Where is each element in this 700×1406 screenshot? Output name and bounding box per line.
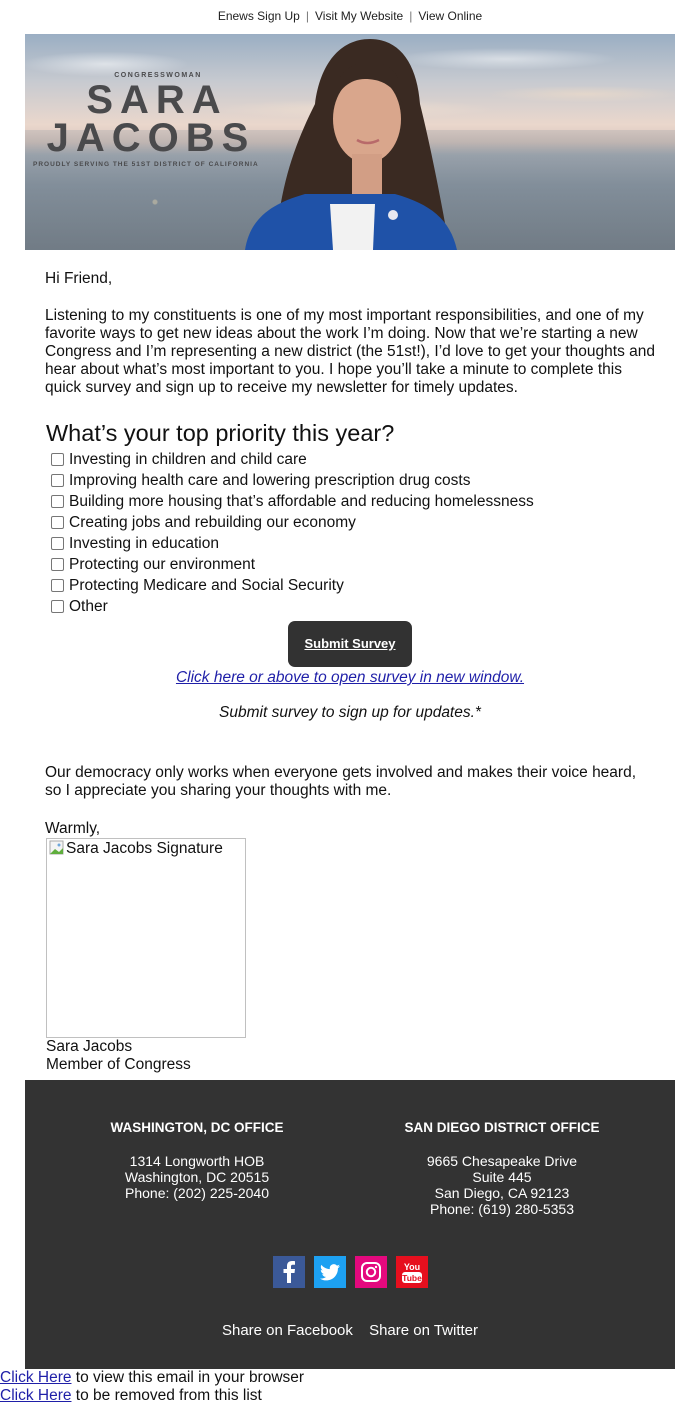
header-banner: CONGRESSWOMAN SARA JACOBS PROUDLY SERVIN… [25,34,675,250]
checkbox[interactable] [51,495,64,508]
separator: | [305,9,309,23]
email-body: Hi Friend, Listening to my constituents … [45,270,655,1074]
footer: WASHINGTON, DC OFFICE 1314 Longworth HOB… [25,1080,675,1369]
option-label: Investing in children and child care [69,450,307,468]
office-address-line: San Diego, CA 92123 [434,1185,570,1201]
view-in-browser-link[interactable]: Click Here [0,1369,71,1386]
survey-option[interactable]: Protecting Medicare and Social Security [51,575,655,596]
office-address-line: Washington, DC 20515 [124,1169,270,1185]
greeting: Hi Friend, [45,270,113,287]
intro-paragraph: Listening to my constituents is one of m… [45,307,655,396]
youtube-icon: You Tube [402,1262,422,1283]
survey-option[interactable]: Investing in education [51,533,655,554]
banner-logo: CONGRESSWOMAN SARA JACOBS PROUDLY SERVIN… [33,72,269,168]
unsubscribe-link[interactable]: Click Here [0,1387,71,1404]
youtube-icon-text-bottom: Tube [402,1273,422,1283]
signoff: Warmly, [45,820,101,837]
share-facebook-link[interactable]: Share on Facebook [222,1322,353,1339]
visit-website-link[interactable]: Visit My Website [315,9,403,23]
dc-office: WASHINGTON, DC OFFICE 1314 Longworth HOB… [57,1120,337,1201]
signature-image: Sara Jacobs Signature [46,838,246,1038]
signer-name: Sara Jacobs [46,1038,133,1055]
office-address-line: 1314 Longworth HOB [129,1153,265,1169]
signer-title: Member of Congress [46,1056,191,1073]
youtube-button[interactable]: You Tube [396,1256,428,1288]
view-in-browser-line: Click Here to view this email in your br… [0,1369,304,1387]
survey-option[interactable]: Other [51,596,655,617]
san-diego-office: SAN DIEGO DISTRICT OFFICE 9665 Chesapeak… [362,1120,642,1217]
option-label: Building more housing that’s affordable … [69,492,534,510]
youtube-icon-text-top: You [404,1262,420,1272]
bottom-links: Click Here to view this email in your br… [0,1369,304,1405]
twitter-button[interactable] [314,1256,346,1288]
survey-option[interactable]: Building more housing that’s affordable … [51,491,655,512]
checkbox[interactable] [51,453,64,466]
option-label: Investing in education [69,534,219,552]
checkbox[interactable] [51,600,64,613]
broken-image-icon [49,840,64,855]
office-heading: SAN DIEGO DISTRICT OFFICE [404,1120,600,1135]
open-survey-link[interactable]: Click here or above to open survey in ne… [176,669,524,686]
office-address-line: 9665 Chesapeake Drive [426,1153,578,1169]
option-label: Creating jobs and rebuilding our economy [69,513,356,531]
instagram-icon [361,1262,381,1282]
twitter-icon [320,1263,340,1280]
office-phone: Phone: (202) 225-2040 [125,1185,269,1201]
separator: | [409,9,413,23]
survey-option[interactable]: Creating jobs and rebuilding our economy [51,512,655,533]
unsubscribe-text: to be removed from this list [71,1387,262,1404]
enews-signup-link[interactable]: Enews Sign Up [218,9,300,23]
closing-paragraph: Our democracy only works when everyone g… [45,764,637,799]
option-label: Protecting our environment [69,555,256,573]
view-in-browser-text: to view this email in your browser [71,1369,305,1386]
survey-option[interactable]: Improving health care and lowering presc… [51,470,655,491]
checkbox[interactable] [51,579,64,592]
signup-note: Submit survey to sign up for updates.* [219,704,481,721]
facebook-button[interactable] [273,1256,305,1288]
checkbox[interactable] [51,558,64,571]
option-label: Protecting Medicare and Social Security [69,576,344,594]
option-label: Improving health care and lowering presc… [69,471,471,489]
portrait-image [245,39,457,250]
signature-alt-text: Sara Jacobs Signature [66,840,223,857]
checkbox[interactable] [51,537,64,550]
share-twitter-link[interactable]: Share on Twitter [369,1322,478,1339]
open-survey-line: Click here or above to open survey in ne… [45,669,655,687]
survey-option[interactable]: Protecting our environment [51,554,655,575]
office-heading: WASHINGTON, DC OFFICE [110,1120,284,1135]
survey-options: Investing in children and child care Imp… [45,449,655,617]
share-links: Share on Facebook Share on Twitter [25,1322,675,1339]
unsubscribe-line: Click Here to be removed from this list [0,1387,304,1405]
top-navigation: Enews Sign Up | Visit My Website | View Onli… [0,9,700,23]
office-phone: Phone: (619) 280-5353 [430,1201,574,1217]
submit-survey-button[interactable]: Submit Survey [288,621,412,667]
banner-name-last: JACOBS [46,116,256,160]
survey-option[interactable]: Investing in children and child care [51,449,655,470]
submit-container: Submit Survey [45,621,655,667]
banner-tagline: PROUDLY SERVING THE 51ST DISTRICT OF CAL… [33,161,259,168]
view-online-link[interactable]: View Online [418,9,482,23]
social-links: You Tube [273,1256,428,1288]
facebook-icon [283,1261,295,1283]
office-address-line: Suite 445 [472,1169,532,1185]
instagram-button[interactable] [355,1256,387,1288]
option-label: Other [69,597,108,615]
checkbox[interactable] [51,516,64,529]
checkbox[interactable] [51,474,64,487]
survey-title: What’s your top priority this year? [46,420,395,446]
